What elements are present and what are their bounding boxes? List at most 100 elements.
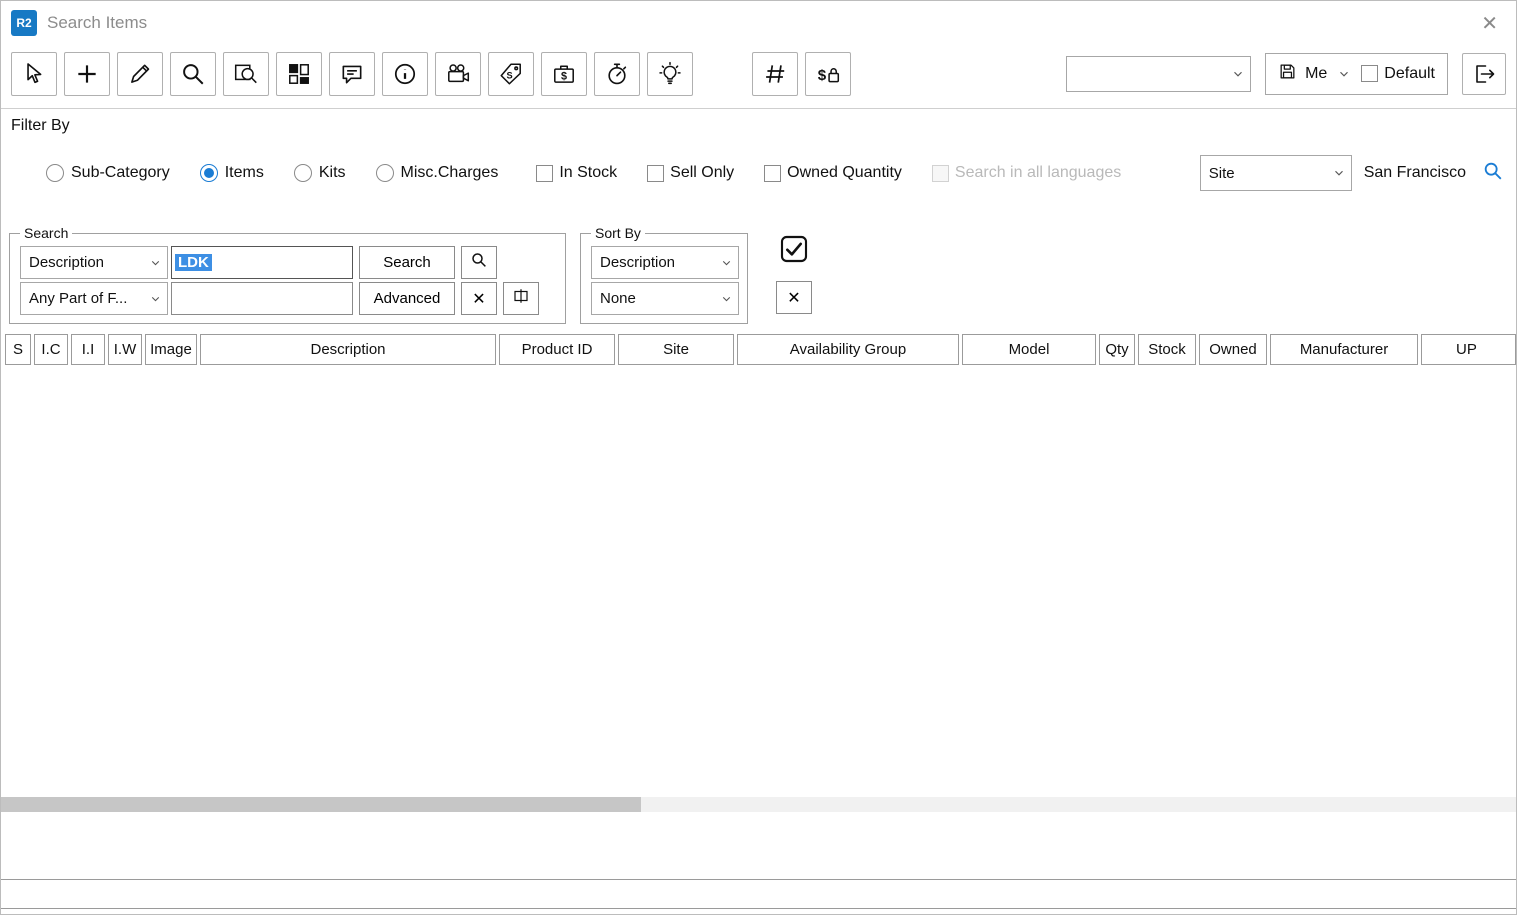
pointer-tool-button[interactable] [11,52,57,96]
search-preview-button[interactable] [223,52,269,96]
column-header[interactable]: Manufacturer [1270,334,1418,365]
checkbox-label: Owned Quantity [787,164,902,182]
checkbox-box [764,165,781,182]
money-case-icon: $ [551,61,577,87]
profile-combo[interactable] [1066,56,1251,92]
column-header[interactable]: UP [1421,334,1516,365]
price-lock-icon: $ [815,61,841,87]
money-case-button[interactable]: $ [541,52,587,96]
radio-sub-category[interactable]: Sub-Category [46,164,170,182]
sort-group: Sort By Description None [580,225,748,324]
checked-items-toggle-button[interactable] [776,233,812,270]
column-header[interactable]: Qty [1099,334,1135,365]
search-submit-button[interactable]: Search [359,246,455,279]
hash-button[interactable] [752,52,798,96]
radio-label: Misc.Charges [401,164,499,182]
radio-misc-charges[interactable]: Misc.Charges [376,164,499,182]
radio-label: Kits [319,164,346,182]
tag-button[interactable]: S [488,52,534,96]
site-search-button[interactable] [1482,160,1504,187]
timer-button[interactable] [594,52,640,96]
default-checkbox-label: Default [1384,65,1435,83]
sort-secondary-combo[interactable]: None [591,282,739,315]
radio-label: Items [225,164,264,182]
add-button[interactable] [64,52,110,96]
search-lookup-button[interactable] [461,246,497,279]
edit-button[interactable] [117,52,163,96]
checkmark-icon [778,233,810,270]
column-header[interactable]: Site [618,334,734,365]
checkbox-box [647,165,664,182]
search-match-combo[interactable]: Any Part of F... [20,282,168,315]
search-query2-input[interactable] [171,282,353,315]
site-filter-combo[interactable]: Site [1200,155,1352,191]
chevron-down-icon [1332,166,1346,180]
search-preview-icon [233,61,259,87]
default-checkbox[interactable]: Default [1361,65,1435,83]
column-header[interactable]: Stock [1138,334,1196,365]
comment-button[interactable] [329,52,375,96]
search-group-legend: Search [20,225,72,241]
column-header[interactable]: I.W [108,334,142,365]
search-field-combo[interactable]: Description [20,246,168,279]
column-header[interactable]: I.C [34,334,68,365]
column-header[interactable]: I.I [71,334,105,365]
column-header[interactable]: S [5,334,31,365]
filter-controls-row: Sub-Category Items Kits Misc.Charges In … [11,155,1504,191]
sort-group-legend: Sort By [591,225,645,241]
in-stock-checkbox[interactable]: In Stock [536,164,617,182]
scrollbar-thumb[interactable] [1,797,641,812]
info-button[interactable] [382,52,428,96]
column-header[interactable]: Owned [1199,334,1267,365]
app-logo: R2 [11,10,37,36]
chevron-down-icon [149,292,162,305]
clear-search-button[interactable]: ✕ [461,282,497,315]
price-lock-button[interactable]: $ [805,52,851,96]
layout-grid-icon [286,61,312,87]
toolbar: S $ $ Me [1,45,1516,109]
sort-primary-combo[interactable]: Description [591,246,739,279]
save-view-label: Me [1305,65,1327,83]
clear-checked-button[interactable]: ✕ [776,281,812,314]
search-button-tool[interactable] [170,52,216,96]
site-name-value: San Francisco [1364,164,1466,182]
toolbar-right-group: Me Default [1066,53,1506,95]
idea-bulb-icon [657,61,683,87]
horizontal-scrollbar[interactable] [1,797,1516,812]
video-button[interactable] [435,52,481,96]
status-bar [1,879,1516,909]
radio-circle [376,164,394,182]
close-button[interactable]: ✕ [1477,11,1502,36]
radio-label: Sub-Category [71,164,170,182]
column-header[interactable]: Availability Group [737,334,959,365]
default-checkbox-box [1361,65,1378,82]
advanced-search-button[interactable]: Advanced [359,282,455,315]
sort-primary-combo-value: Description [600,254,675,271]
info-icon [392,61,418,87]
pointer-icon [21,61,47,87]
column-header[interactable]: Description [200,334,496,365]
column-header[interactable]: Model [962,334,1096,365]
lower-whitespace [1,812,1516,879]
search-query-input[interactable]: LDK [171,246,353,279]
search-icon [1482,160,1504,187]
layout-button[interactable] [276,52,322,96]
radio-kits[interactable]: Kits [294,164,346,182]
idea-button[interactable] [647,52,693,96]
search-icon [180,61,206,87]
sort-secondary-combo-value: None [600,290,636,307]
radio-items[interactable]: Items [200,164,264,182]
pencil-icon [127,61,153,87]
column-header[interactable]: Image [145,334,197,365]
column-header[interactable]: Product ID [499,334,615,365]
save-view-button[interactable]: Me [1278,62,1327,86]
owned-quantity-checkbox[interactable]: Owned Quantity [764,164,902,182]
filter-section-label: Filter By [11,117,1504,135]
results-header-row: S I.C I.I I.W Image Description Product … [1,331,1516,367]
filter-section: Filter By Sub-Category Items Kits Misc.C… [1,109,1516,205]
sell-only-checkbox[interactable]: Sell Only [647,164,734,182]
search-icon [470,251,488,274]
view-dropdown-chevron-icon[interactable] [1337,67,1351,81]
exit-button[interactable] [1462,53,1506,95]
split-view-button[interactable] [503,282,539,315]
